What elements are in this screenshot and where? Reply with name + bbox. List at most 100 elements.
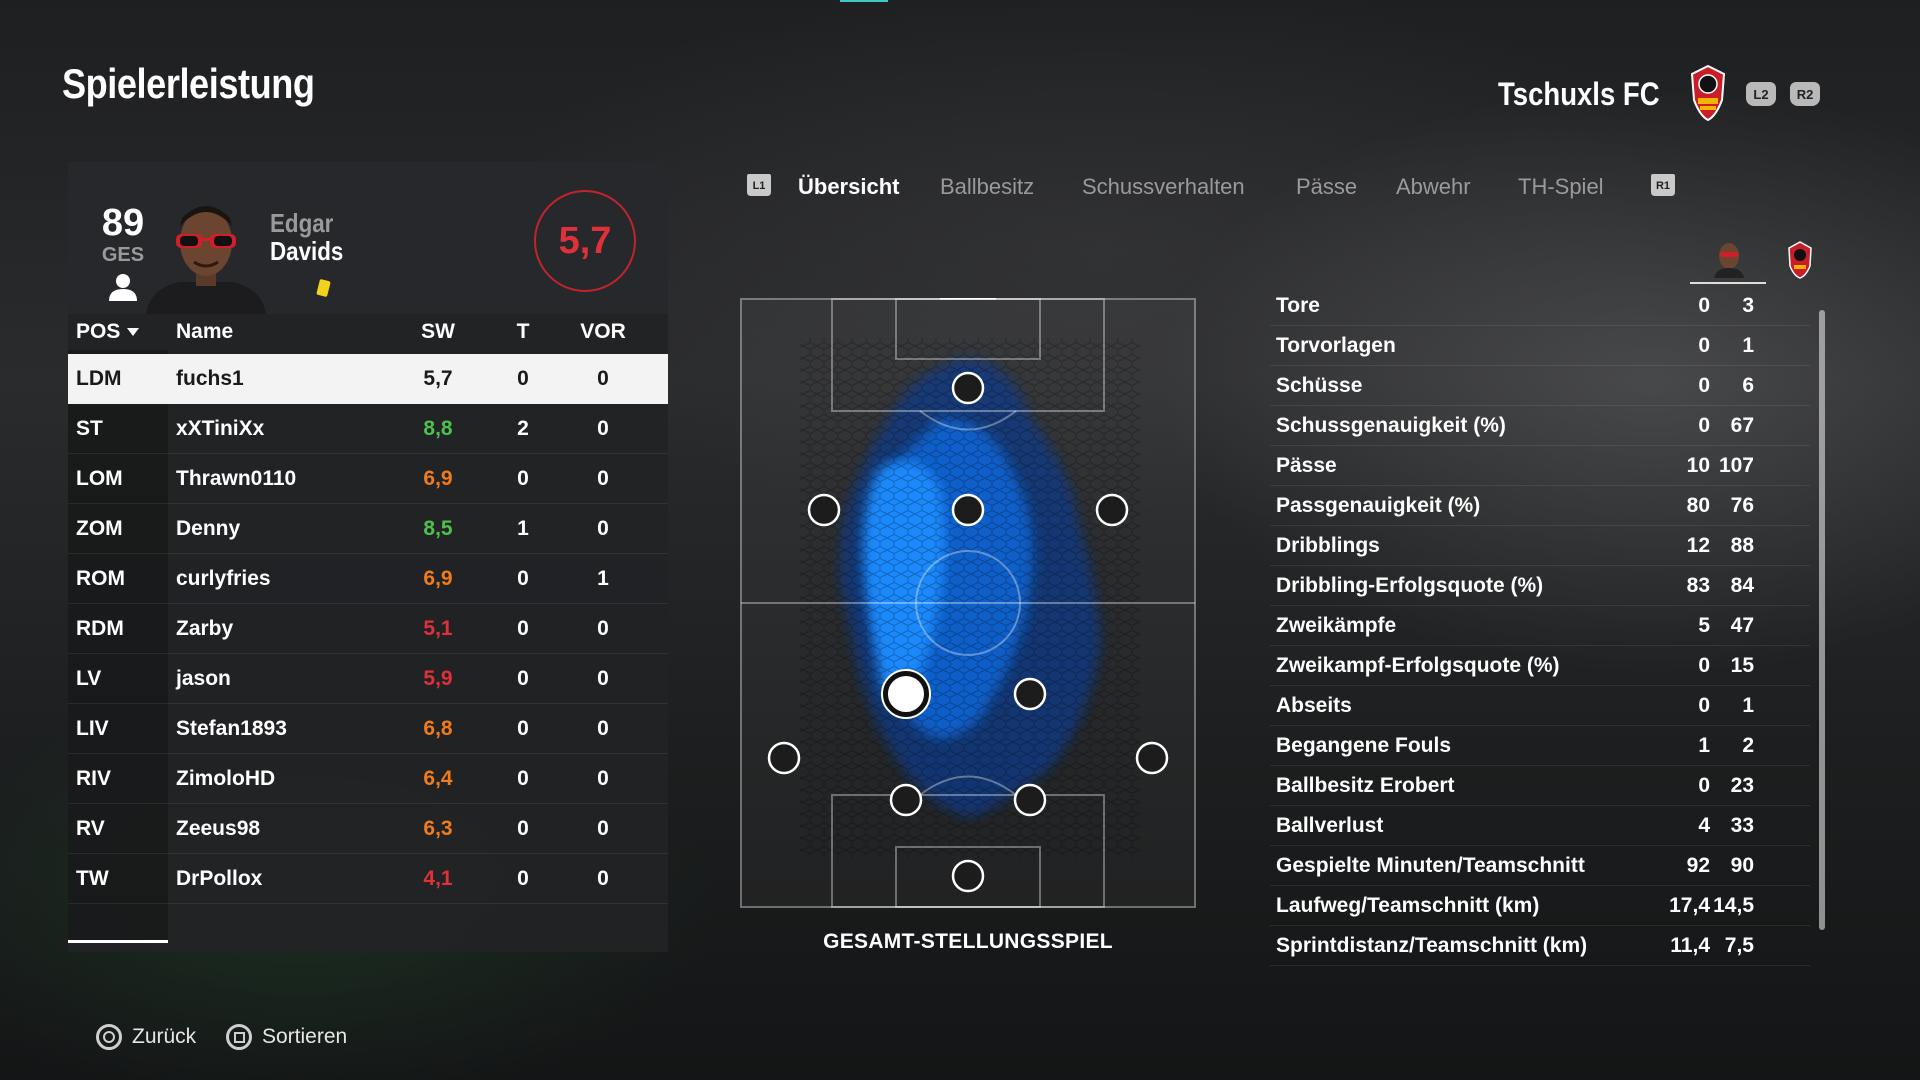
stat-team-value: 76 <box>1730 494 1754 517</box>
row-player-name: curlyfries <box>176 567 271 590</box>
marker-rom <box>1095 493 1129 527</box>
stat-row: Torvorlagen 0 1 <box>1270 326 1810 366</box>
stat-row: Sprintdistanz/Teamschnitt (km) 11,4 7,5 <box>1270 926 1810 966</box>
table-row[interactable]: ROM curlyfries 6,9 0 1 <box>68 554 668 604</box>
row-rating: 6,3 <box>423 817 453 840</box>
heatmap-label: GESAMT-STELLUNGSSPIEL <box>823 930 1113 953</box>
team-crest-icon <box>1690 64 1726 122</box>
heatmap-area <box>800 338 1140 858</box>
stats-scrollbar-thumb[interactable] <box>1819 310 1825 930</box>
row-goals: 1 <box>517 517 529 540</box>
stat-team-value: 47 <box>1730 614 1754 637</box>
stat-team-value: 23 <box>1730 774 1754 797</box>
table-row[interactable]: LIV Stefan1893 6,8 0 0 <box>68 704 668 754</box>
stat-row: Schüsse 0 6 <box>1270 366 1810 406</box>
stat-team-value: 33 <box>1730 814 1754 837</box>
stat-team-value: 1 <box>1742 334 1754 357</box>
row-player-name: Denny <box>176 517 241 540</box>
row-rating: 8,5 <box>423 517 453 540</box>
row-goals: 0 <box>517 667 529 690</box>
row-rating: 5,7 <box>423 367 453 390</box>
match-rating: 5,7 <box>534 190 636 292</box>
table-row[interactable]: LDM fuchs1 5,7 0 0 <box>68 354 668 404</box>
stat-row: Begangene Fouls 1 2 <box>1270 726 1810 766</box>
stat-label: Dribblings <box>1276 534 1380 557</box>
stat-player-value: 10 <box>1686 454 1710 477</box>
header-sw[interactable]: SW <box>418 320 458 344</box>
sort-down-icon <box>127 328 140 337</box>
stat-player-value: 83 <box>1686 574 1710 597</box>
marker-lom <box>807 493 841 527</box>
tab-schussverhalten[interactable]: Schussverhalten <box>1082 174 1245 200</box>
stat-label: Laufweg/Teamschnitt (km) <box>1276 894 1540 917</box>
row-goals: 0 <box>517 617 529 640</box>
stat-row: Tore 0 3 <box>1270 286 1810 326</box>
stat-row: Gespielte Minuten/Teamschnitt 92 90 <box>1270 846 1810 886</box>
l2-button-hint[interactable]: L2 <box>1746 82 1776 106</box>
marker-rv <box>1135 741 1169 775</box>
table-row[interactable]: RDM Zarby 5,1 0 0 <box>68 604 668 654</box>
svg-text:L1: L1 <box>753 180 766 192</box>
header-pos[interactable]: POS <box>76 320 140 344</box>
stat-team-value: 67 <box>1730 414 1754 437</box>
row-player-name: Thrawn0110 <box>176 467 297 490</box>
stat-player-value: 0 <box>1698 374 1710 397</box>
header-name[interactable]: Name <box>176 320 233 344</box>
stat-team-value: 84 <box>1730 574 1754 597</box>
svg-text:R1: R1 <box>1656 180 1670 192</box>
tab-abwehr[interactable]: Abwehr <box>1396 174 1471 200</box>
stat-label: Tore <box>1276 294 1320 317</box>
stat-player-value: 0 <box>1698 774 1710 797</box>
header-t[interactable]: T <box>508 320 538 344</box>
stat-row: Pässe 10 107 <box>1270 446 1810 486</box>
row-rating: 5,1 <box>423 617 453 640</box>
row-position: ZOM <box>76 517 123 540</box>
table-row[interactable]: ST xXTiniXx 8,8 2 0 <box>68 404 668 454</box>
tab-uebersicht[interactable]: Übersicht <box>798 174 899 200</box>
row-goals: 0 <box>517 867 529 890</box>
marker-zom <box>951 493 985 527</box>
row-rating: 8,8 <box>423 417 453 440</box>
player-portrait <box>146 206 266 314</box>
stat-player-value: 5 <box>1698 614 1710 637</box>
table-row[interactable]: LV jason 5,9 0 0 <box>68 654 668 704</box>
row-position: LV <box>76 667 102 690</box>
stat-player-value: 80 <box>1686 494 1710 517</box>
sort-label: Sortieren <box>262 1025 348 1048</box>
table-row[interactable]: RIV ZimoloHD 6,4 0 0 <box>68 754 668 804</box>
tab-ballbesitz[interactable]: Ballbesitz <box>940 174 1034 200</box>
tab-th-spiel[interactable]: TH-Spiel <box>1518 174 1604 200</box>
r2-button-hint[interactable]: R2 <box>1790 82 1820 106</box>
tab-paesse[interactable]: Pässe <box>1296 174 1357 200</box>
stat-row: Abseits 0 1 <box>1270 686 1810 726</box>
stat-team-value: 90 <box>1730 854 1754 877</box>
header-vor[interactable]: VOR <box>578 320 628 344</box>
row-player-name: xXTiniXx <box>176 417 265 440</box>
stat-player-value: 0 <box>1698 294 1710 317</box>
stat-row: Schussgenauigkeit (%) 0 67 <box>1270 406 1810 446</box>
marker-rdm <box>1013 677 1047 711</box>
row-player-name: ZimoloHD <box>176 767 276 790</box>
table-row[interactable]: ZOM Denny 8,5 1 0 <box>68 504 668 554</box>
row-position: ROM <box>76 567 125 590</box>
row-assists: 0 <box>597 767 609 790</box>
stat-player-value: 92 <box>1686 854 1710 877</box>
stat-label: Schüsse <box>1276 374 1363 397</box>
row-rating: 6,8 <box>423 717 453 740</box>
row-position: LDM <box>76 367 122 390</box>
stat-player-value: 0 <box>1698 414 1710 437</box>
table-row[interactable]: RV Zeeus98 6,3 0 0 <box>68 804 668 854</box>
stat-team-value: 6 <box>1742 374 1754 397</box>
table-row[interactable]: LOM Thrawn0110 6,9 0 0 <box>68 454 668 504</box>
table-row[interactable]: TW DrPollox 4,1 0 0 <box>68 854 668 904</box>
stat-label: Pässe <box>1276 454 1337 477</box>
marker-liv <box>889 783 923 817</box>
back-button[interactable]: Zurück <box>96 1024 196 1050</box>
r1-button-icon[interactable]: R1 <box>1648 172 1678 198</box>
sort-button[interactable]: Sortieren <box>226 1024 347 1050</box>
stat-team-value: 15 <box>1730 654 1754 677</box>
row-rating: 5,9 <box>423 667 453 690</box>
l1-button-icon[interactable]: L1 <box>744 172 774 198</box>
stat-team-value: 88 <box>1730 534 1754 557</box>
square-button-icon <box>226 1024 252 1050</box>
